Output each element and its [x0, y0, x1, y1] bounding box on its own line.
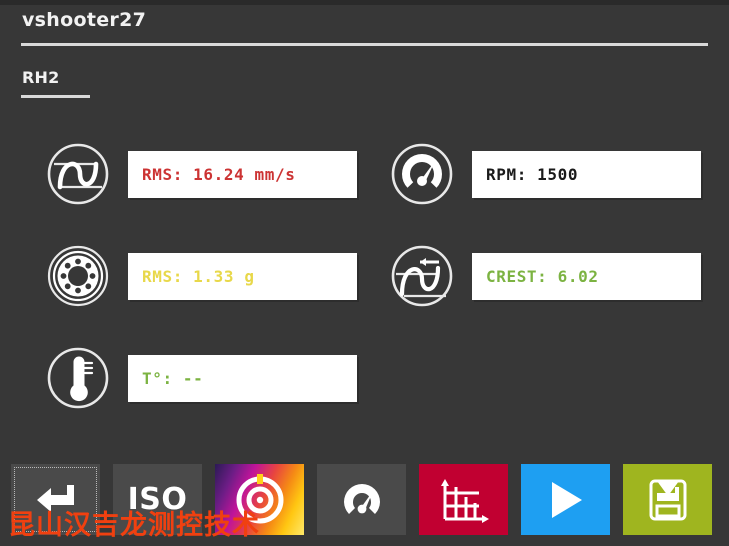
- section-title: RH2: [22, 68, 60, 87]
- metric-value-box-crest-factor[interactable]: CREST: 6.02: [472, 252, 701, 300]
- sine-wave-icon: [46, 142, 110, 206]
- window-top-strip: [0, 0, 729, 5]
- gauge-icon: [338, 478, 386, 522]
- app-window: vshooter27 RH2 RMS: 16.24 mm/s RPM: 1500…: [0, 0, 729, 546]
- target-circles-icon: [234, 473, 286, 526]
- metric-value-temperature: T°: --: [142, 368, 204, 388]
- bearing-icon: [46, 244, 110, 308]
- metric-value-rpm: RPM: 1500: [486, 164, 579, 184]
- play-triangle-icon: [545, 478, 587, 522]
- play-button[interactable]: [521, 464, 610, 535]
- metric-value-box-rpm[interactable]: RPM: 1500: [472, 150, 701, 198]
- spectrum-button[interactable]: [419, 464, 508, 535]
- back-arrow-icon: [33, 483, 79, 517]
- colormap-button[interactable]: [215, 464, 304, 535]
- metric-value-crest-factor: CREST: 6.02: [486, 266, 599, 286]
- tachometer-button[interactable]: [317, 464, 406, 535]
- metric-value-box-velocity-rms[interactable]: RMS: 16.24 mm/s: [128, 150, 357, 198]
- thermometer-icon: [46, 346, 110, 410]
- metric-value-velocity-rms: RMS: 16.24 mm/s: [142, 164, 296, 184]
- back-button[interactable]: [11, 464, 100, 535]
- metric-row-temperature: T°: --: [46, 346, 357, 410]
- metric-value-box-temperature[interactable]: T°: --: [128, 354, 357, 402]
- metric-value-box-acceleration-rms[interactable]: RMS: 1.33 g: [128, 252, 357, 300]
- crest-wave-icon: [390, 244, 454, 308]
- title-divider: [21, 43, 708, 46]
- bottom-toolbar: ISO: [0, 464, 729, 539]
- metric-value-acceleration-rms: RMS: 1.33 g: [142, 266, 255, 286]
- iso-text-icon: ISO: [127, 481, 188, 517]
- metric-row-acceleration-rms: RMS: 1.33 g: [46, 244, 357, 308]
- metric-row-velocity-rms: RMS: 16.24 mm/s: [46, 142, 357, 206]
- page-title: vshooter27: [22, 9, 147, 31]
- bar-chart-icon: [438, 477, 490, 523]
- save-button[interactable]: [623, 464, 712, 535]
- section-divider: [21, 95, 90, 98]
- iso-button[interactable]: ISO: [113, 464, 202, 535]
- metric-row-rpm: RPM: 1500: [390, 142, 701, 206]
- tachometer-icon: [390, 142, 454, 206]
- metric-row-crest-factor: CREST: 6.02: [390, 244, 701, 308]
- save-disk-icon: [646, 477, 690, 523]
